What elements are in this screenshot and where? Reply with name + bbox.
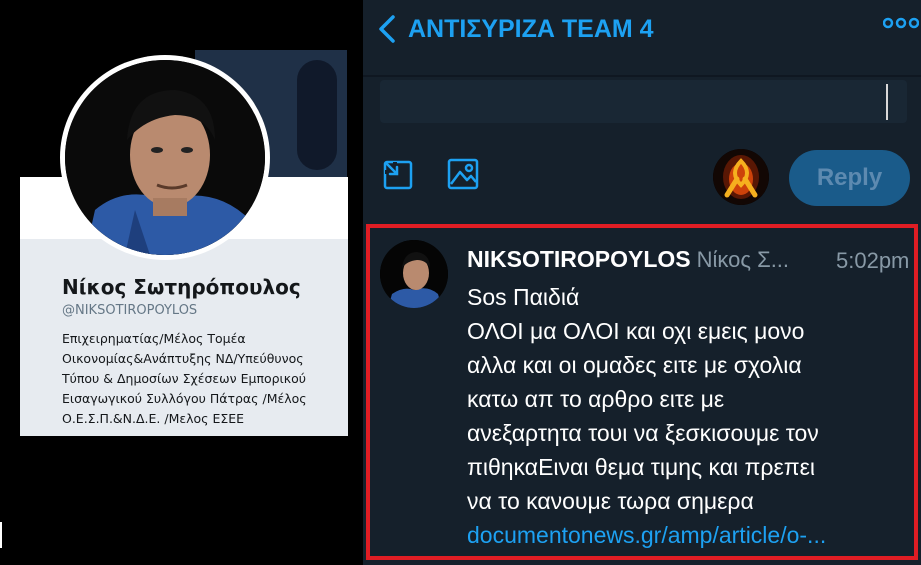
message-input[interactable] xyxy=(380,80,907,123)
message-line: ανεξαρτητα τουι να ξεσκισουμε τον xyxy=(467,420,819,446)
message-display-name[interactable]: Νίκος Σ... xyxy=(697,247,789,272)
bio-line: Εισαγωγικού Συλλόγου Πάτρας /Μέλος xyxy=(62,391,307,406)
ribbon-avatar-icon[interactable] xyxy=(713,149,769,205)
gif-expand-icon[interactable] xyxy=(383,160,413,190)
message-link[interactable]: documentonews.gr/amp/article/o-... xyxy=(467,518,917,552)
bio-line: Τύπου & Δημοσίων Σχέσεων Εμπορικού xyxy=(62,371,307,386)
header-divider xyxy=(363,75,921,77)
bio-line: Οικονομίας&Ανάπτυξης ΝΔ/Υπεύθυνος xyxy=(62,351,304,366)
message-username[interactable]: NIKSOTIROPOYLOS xyxy=(467,246,691,272)
reply-button[interactable]: Reply xyxy=(789,150,910,206)
profile-handle[interactable]: @NIKSOTIROPOYLOS xyxy=(62,303,197,318)
bio-line: Επιχειρηματίας/Μέλος Τομέα xyxy=(62,331,246,346)
message-line: κατω απ το αρθρο ειτε με xyxy=(467,386,725,412)
profile-bio: Επιχειρηματίας/Μέλος Τομέα Οικονομίας&Αν… xyxy=(62,329,332,429)
message-timestamp: 5:02pm xyxy=(836,248,910,273)
conversation-title[interactable]: ΑΝΤΙΣΥΡΙΖΑ TEAM 4 xyxy=(408,15,654,44)
back-chevron-icon[interactable] xyxy=(375,14,399,44)
edge-marker xyxy=(0,522,2,548)
message-line: ΟΛΟΙ μα ΟΛΟΙ και οχι εμεις μονο xyxy=(467,318,805,344)
dm-panel: ΑΝΤΙΣΥΡΙΖΑ TEAM 4 Reply NIKSOTIROPOYLOS … xyxy=(363,0,921,565)
bio-line: Ο.Ε.Σ.Π.&Ν.Δ.Ε. /Μελος ΕΣΕΕ xyxy=(62,411,245,426)
message-body: Sos Παιδιά ΟΛΟΙ μα ΟΛΟΙ και οχι εμεις μο… xyxy=(467,280,917,552)
text-caret xyxy=(886,84,888,120)
more-options-icon[interactable] xyxy=(883,16,919,30)
message-header: NIKSOTIROPOYLOS Νίκος Σ... xyxy=(467,246,789,273)
highlighted-message: NIKSOTIROPOYLOS Νίκος Σ... 5:02pm Sos Παι… xyxy=(366,224,918,560)
image-icon[interactable] xyxy=(447,158,479,190)
profile-name[interactable]: Νίκος Σωτηρόπουλος xyxy=(62,275,301,299)
message-line: αλλα και οι ομαδες ειτε με σχολια xyxy=(467,352,802,378)
message-line: πιθηκαΕιναι θεμα τιμης και πρεπει xyxy=(467,454,815,480)
profile-avatar[interactable] xyxy=(60,55,270,260)
message-avatar[interactable] xyxy=(380,240,448,308)
message-line: Sos Παιδιά xyxy=(467,284,580,310)
dm-header: ΑΝΤΙΣΥΡΙΖΑ TEAM 4 xyxy=(363,0,921,60)
message-line: να το κανουμε τωρα σημερα xyxy=(467,488,754,514)
